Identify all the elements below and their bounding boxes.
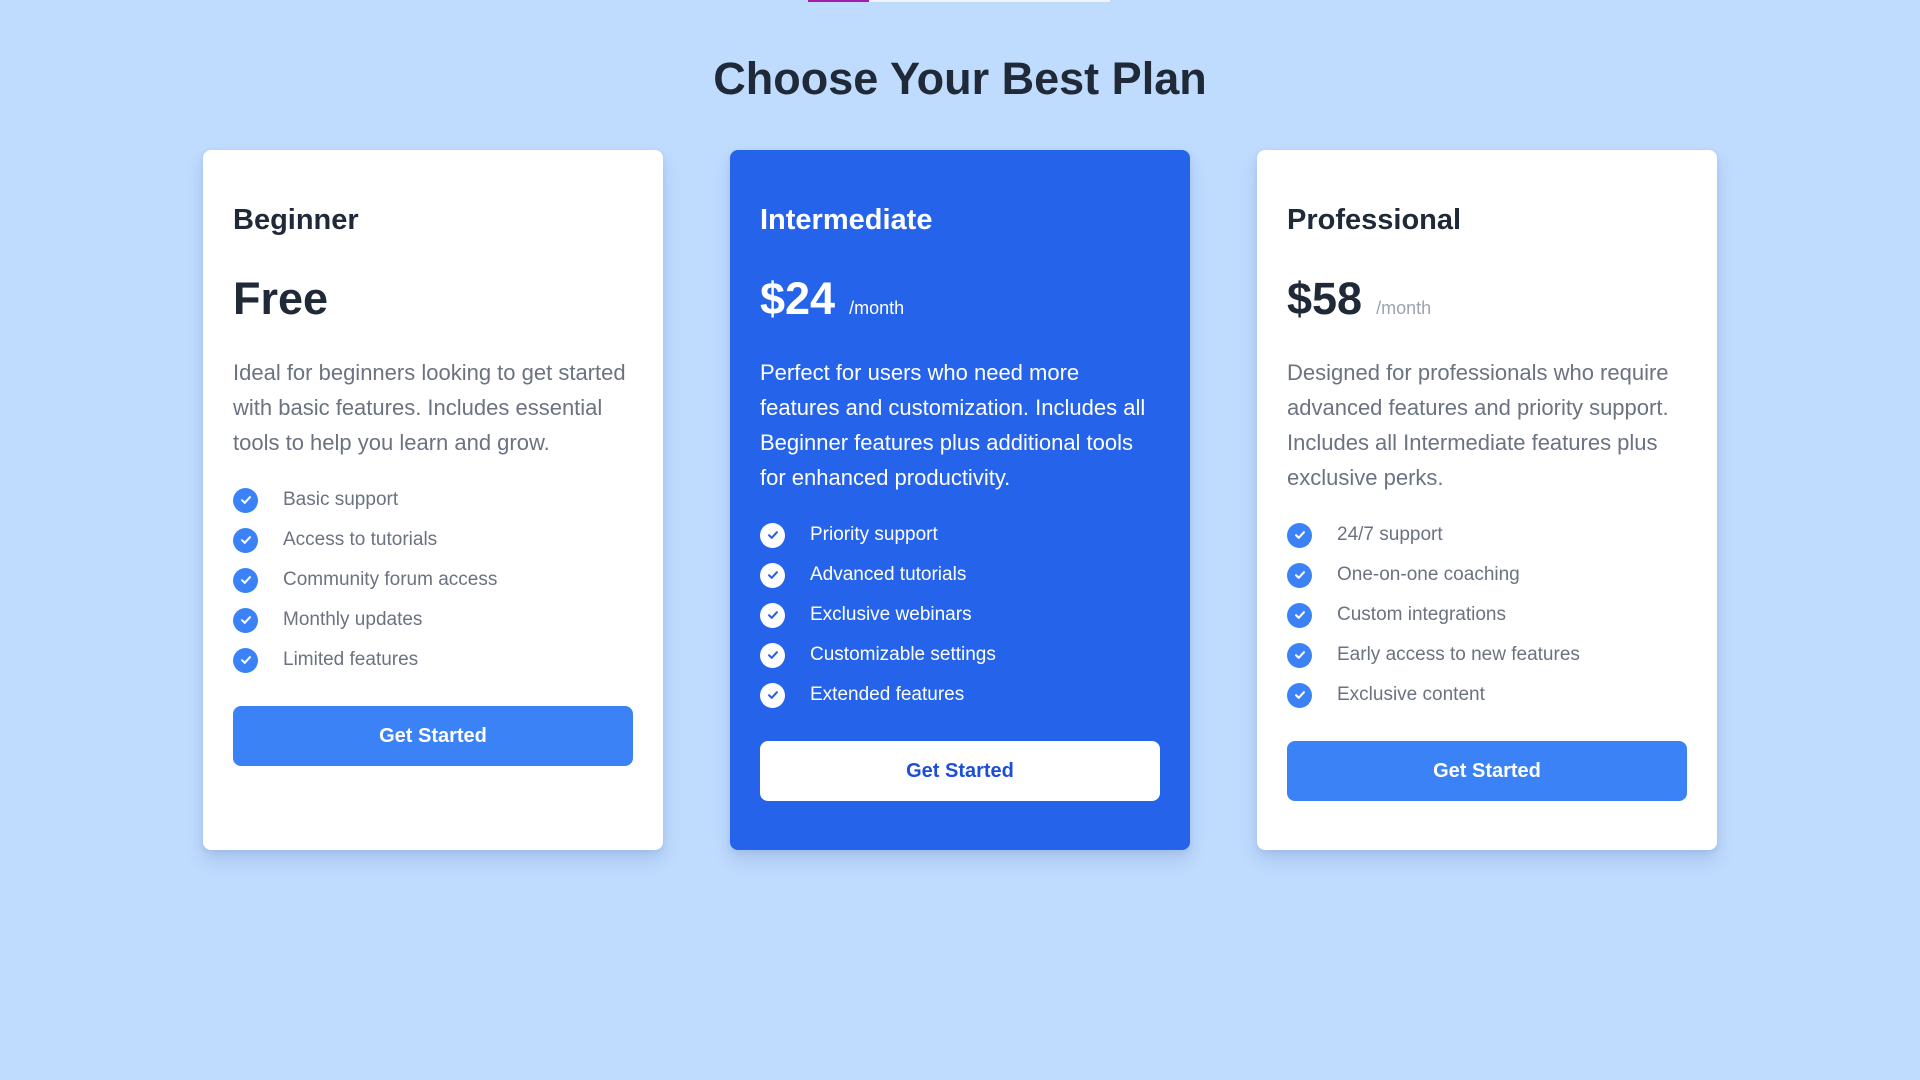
price-period: /month <box>849 298 905 318</box>
feature-label: Community forum access <box>283 569 498 590</box>
plan-price: Free <box>233 273 329 324</box>
feature-item: Custom integrations <box>1287 595 1687 635</box>
plan-description: Designed for professionals who require a… <box>1287 360 1669 490</box>
check-circle-icon <box>233 527 258 553</box>
plan-card-professional: Professional $58 /month Designed for pro… <box>1257 150 1717 850</box>
check-circle-icon <box>760 682 785 708</box>
feature-item: Early access to new features <box>1287 635 1687 675</box>
feature-item: Priority support <box>760 515 1160 555</box>
check-circle-icon <box>760 642 785 668</box>
check-circle-icon <box>760 522 785 548</box>
plan-card-intermediate: Intermediate $24 /month Perfect for user… <box>730 150 1190 850</box>
check-circle-icon <box>233 487 258 513</box>
check-circle-icon <box>1287 682 1312 708</box>
get-started-button-beginner[interactable]: Get Started <box>233 706 633 766</box>
price-row: $24 /month <box>760 271 1160 327</box>
plan-description: Ideal for beginners looking to get start… <box>233 360 626 455</box>
check-circle-icon <box>233 647 258 673</box>
plan-price: $24 <box>760 273 836 324</box>
check-circle-icon <box>760 602 785 628</box>
feature-label: Extended features <box>810 684 965 705</box>
check-circle-icon <box>1287 642 1312 668</box>
feature-label: Priority support <box>810 524 938 545</box>
feature-item: Customizable settings <box>760 635 1160 675</box>
top-scroll-indicator <box>808 0 1110 2</box>
get-started-button-intermediate[interactable]: Get Started <box>760 741 1160 801</box>
check-circle-icon <box>1287 522 1312 548</box>
page-title: Choose Your Best Plan <box>713 53 1207 104</box>
feature-list: Priority support Advanced tutorials Excl… <box>760 515 1160 715</box>
feature-label: Basic support <box>283 489 399 510</box>
feature-item: Exclusive content <box>1287 675 1687 715</box>
feature-label: Advanced tutorials <box>810 564 967 585</box>
plan-price: $58 <box>1287 273 1363 324</box>
plan-name: Beginner <box>233 204 359 236</box>
feature-item: 24/7 support <box>1287 515 1687 555</box>
feature-label: Early access to new features <box>1337 644 1580 665</box>
price-period: /month <box>1376 298 1432 318</box>
feature-label: Customizable settings <box>810 644 996 665</box>
check-circle-icon <box>233 607 258 633</box>
plan-name: Professional <box>1287 204 1462 236</box>
feature-label: Monthly updates <box>283 609 423 630</box>
feature-list: 24/7 support One-on-one coaching Custom … <box>1287 515 1687 715</box>
top-scroll-indicator-accent <box>808 0 869 2</box>
feature-label: Exclusive content <box>1337 684 1485 705</box>
check-circle-icon <box>1287 602 1312 628</box>
pricing-cards: Beginner Free Ideal for beginners lookin… <box>203 150 1717 850</box>
feature-item: Exclusive webinars <box>760 595 1160 635</box>
feature-label: 24/7 support <box>1337 524 1443 545</box>
plan-description: Perfect for users who need more features… <box>760 360 1146 490</box>
price-row: $58 /month <box>1287 271 1687 327</box>
feature-label: Limited features <box>283 649 419 670</box>
feature-item: Community forum access <box>233 560 633 600</box>
feature-label: Custom integrations <box>1337 604 1506 625</box>
price-row: Free <box>233 271 633 327</box>
feature-item: Monthly updates <box>233 600 633 640</box>
feature-item: Extended features <box>760 675 1160 715</box>
feature-label: Exclusive webinars <box>810 604 972 625</box>
check-circle-icon <box>760 562 785 588</box>
get-started-button-professional[interactable]: Get Started <box>1287 741 1687 801</box>
plan-card-beginner: Beginner Free Ideal for beginners lookin… <box>203 150 663 850</box>
feature-item: Basic support <box>233 480 633 520</box>
feature-item: One-on-one coaching <box>1287 555 1687 595</box>
feature-label: One-on-one coaching <box>1337 564 1520 585</box>
feature-label: Access to tutorials <box>283 529 438 550</box>
check-circle-icon <box>1287 562 1312 588</box>
check-circle-icon <box>233 567 258 593</box>
feature-item: Limited features <box>233 640 633 680</box>
feature-item: Access to tutorials <box>233 520 633 560</box>
plan-name: Intermediate <box>760 204 933 236</box>
feature-item: Advanced tutorials <box>760 555 1160 595</box>
feature-list: Basic support Access to tutorials Commun… <box>233 480 633 680</box>
